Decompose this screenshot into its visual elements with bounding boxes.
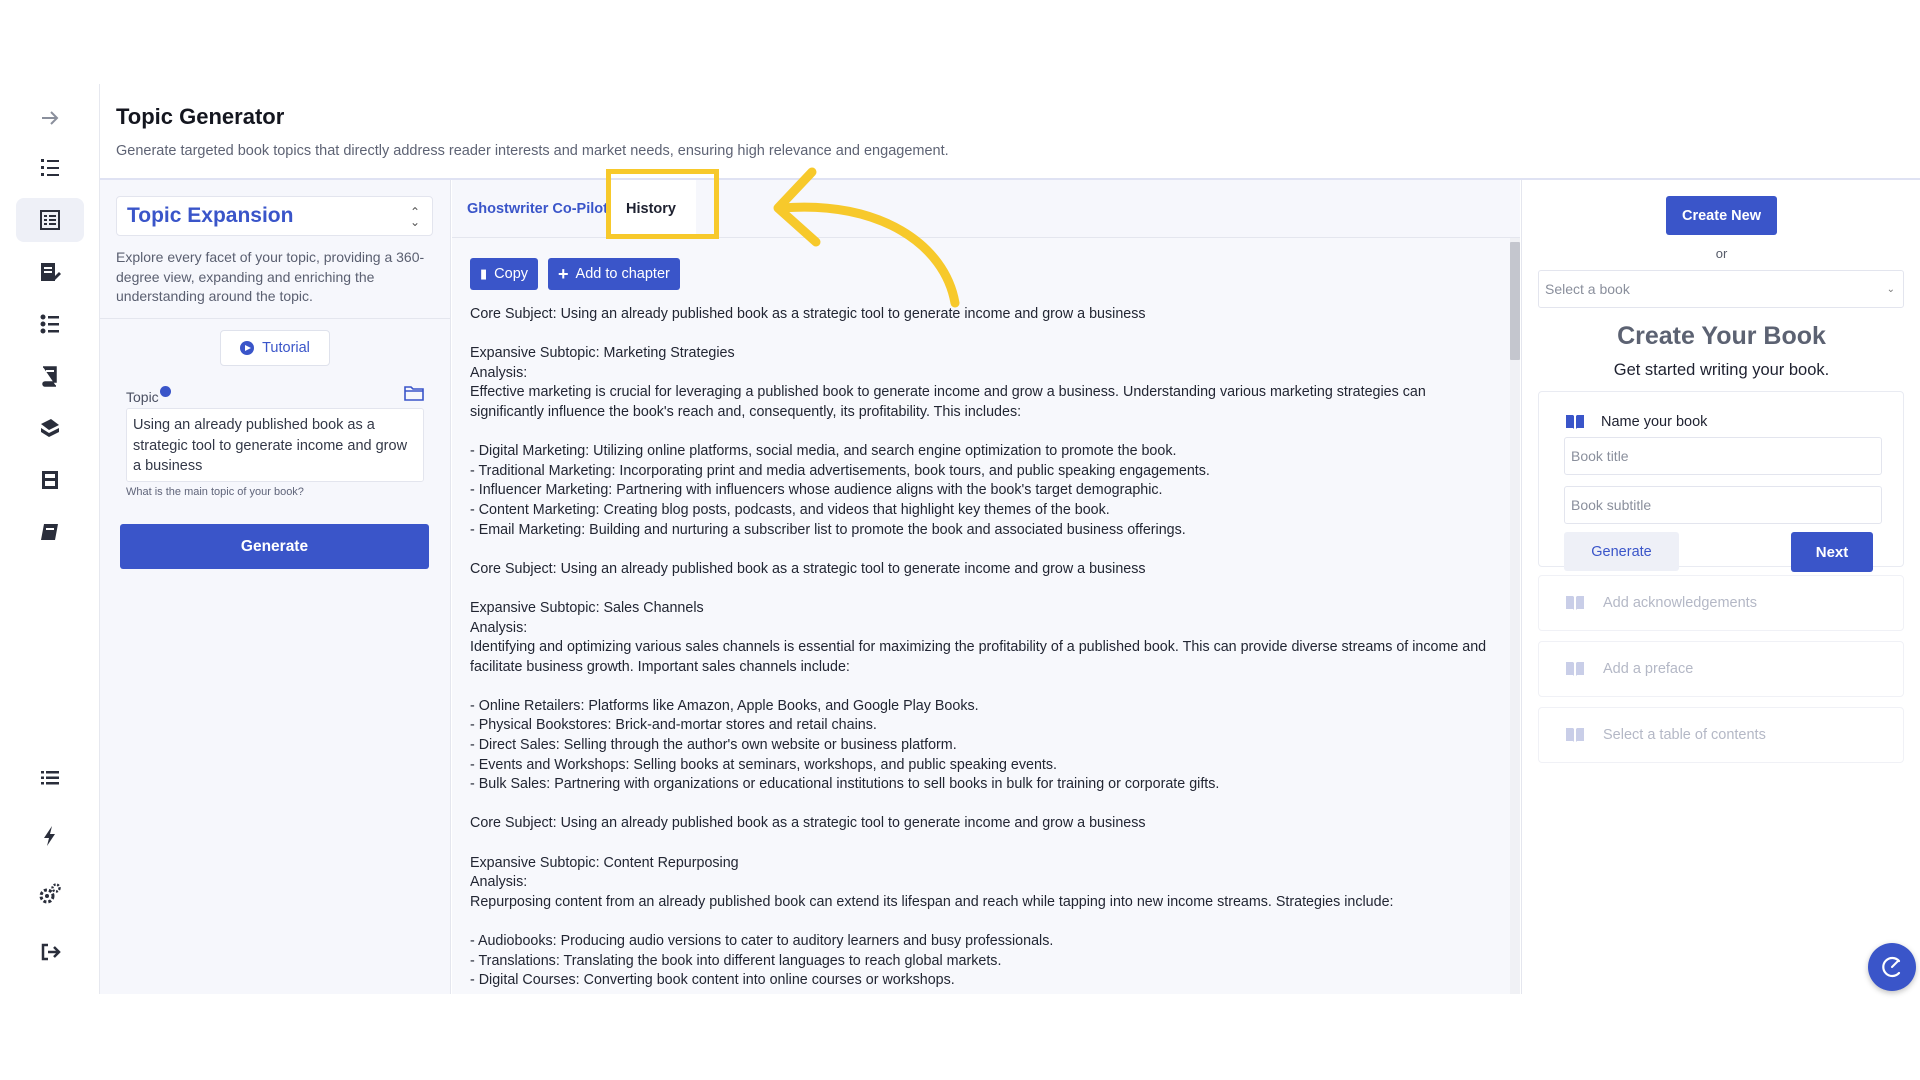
step-add-acknowledgements[interactable]: Add acknowledgements <box>1538 575 1904 631</box>
step-label: Add acknowledgements <box>1603 595 1757 611</box>
name-book-header: Name your book <box>1565 414 1707 430</box>
chevron-down-icon: ⌄ <box>1886 283 1895 295</box>
results-content[interactable]: ▮ Copy + Add to chapter Core Subject: Us… <box>452 238 1510 994</box>
mode-select-value: Topic Expansion <box>127 204 294 227</box>
step-label: Select a table of contents <box>1603 727 1766 743</box>
page-title: Topic Generator <box>116 104 285 129</box>
step-label: Add a preface <box>1603 661 1694 677</box>
mode-description: Explore every facet of your topic, provi… <box>116 249 425 304</box>
tutorial-label: Tutorial <box>262 340 310 356</box>
results-scrollbar[interactable] <box>1510 238 1520 994</box>
book-icon[interactable] <box>16 510 84 554</box>
tutorial-button[interactable]: Tutorial <box>220 330 330 366</box>
open-book-icon <box>1566 728 1584 742</box>
open-book-icon <box>1566 596 1584 610</box>
page-description: Generate targeted book topics that direc… <box>116 143 949 159</box>
topic-label: Topic <box>126 386 171 405</box>
name-book-card: Name your book Book title Book subtitle … <box>1538 391 1904 572</box>
arrow-right-icon[interactable] <box>16 96 84 140</box>
create-book-subtitle: Get started writing your book. <box>1613 361 1830 379</box>
numbered-list-icon[interactable] <box>16 146 84 190</box>
generator-settings-panel: Topic Expansion ⌃ ⌄ Explore every facet o… <box>100 180 451 994</box>
add-to-chapter-button[interactable]: + Add to chapter <box>548 258 680 290</box>
history-tab-highlight <box>606 169 719 239</box>
info-icon[interactable] <box>159 386 171 397</box>
book-builder-panel: Create New or Select a book ⌄ Create You… <box>1521 180 1920 994</box>
book-title-placeholder: Book title <box>1571 448 1629 464</box>
play-icon <box>240 341 255 355</box>
help-chat-button[interactable] <box>1868 943 1916 991</box>
topic-label-text: Topic <box>126 389 159 405</box>
create-book-title: Create Your Book <box>1617 322 1826 350</box>
name-book-label: Name your book <box>1601 414 1708 430</box>
pointer-arrow-icon <box>773 167 960 308</box>
book-title-input[interactable]: Book title <box>1564 437 1882 475</box>
plus-icon: + <box>558 263 569 284</box>
result-actions: ▮ Copy + Add to chapter <box>470 258 680 290</box>
book-select[interactable]: Select a book ⌄ <box>1538 270 1904 308</box>
up-down-chevron-icon: ⌃ ⌄ <box>409 205 421 229</box>
scrollbar-thumb[interactable] <box>1510 242 1520 360</box>
panel-divider <box>100 318 451 319</box>
icon-sidebar <box>0 84 100 994</box>
chat-icon <box>1882 956 1901 978</box>
generate-button[interactable]: Generate <box>120 524 429 569</box>
checklist-icon[interactable] <box>16 302 84 346</box>
settings-icon[interactable] <box>16 872 84 916</box>
books-icon[interactable] <box>16 406 84 450</box>
copy-icon: ▮ <box>480 266 488 281</box>
open-book-icon <box>1566 662 1584 676</box>
book-select-placeholder: Select a book <box>1545 281 1630 297</box>
copy-label: Copy <box>494 266 529 282</box>
generated-topics-text: Core Subject: Using an already published… <box>470 306 1487 989</box>
step-add-preface[interactable]: Add a preface <box>1538 641 1904 697</box>
mode-select[interactable]: Topic Expansion ⌃ ⌄ <box>116 196 433 236</box>
document-list-icon[interactable] <box>16 198 84 242</box>
printer-icon[interactable] <box>16 458 84 502</box>
topic-help-text: What is the main topic of your book? <box>126 486 304 498</box>
next-button[interactable]: Next <box>1791 532 1873 572</box>
folder-icon[interactable] <box>404 384 424 402</box>
topic-input[interactable]: Using an already published book as a str… <box>126 408 424 482</box>
results-panel: Ghostwriter Co-Pilot History ▮ Copy + Ad… <box>452 180 1520 994</box>
book-stack-icon[interactable] <box>16 354 84 398</box>
copy-button[interactable]: ▮ Copy <box>470 258 539 290</box>
open-book-icon <box>1566 415 1584 429</box>
generate-title-button[interactable]: Generate <box>1564 532 1679 571</box>
create-new-button[interactable]: Create New <box>1666 196 1777 235</box>
step-select-table-of-contents[interactable]: Select a table of contents <box>1538 707 1904 763</box>
note-edit-icon[interactable] <box>16 250 84 294</box>
book-subtitle-input[interactable]: Book subtitle <box>1564 486 1882 524</box>
logout-icon[interactable] <box>16 930 84 974</box>
book-subtitle-placeholder: Book subtitle <box>1571 497 1652 513</box>
add-to-chapter-label: Add to chapter <box>575 266 670 282</box>
list-icon[interactable] <box>16 756 84 800</box>
tab-ghostwriter-copilot[interactable]: Ghostwriter Co-Pilot <box>467 180 608 238</box>
or-separator: or <box>1715 246 1728 261</box>
lightning-icon[interactable] <box>16 814 84 858</box>
